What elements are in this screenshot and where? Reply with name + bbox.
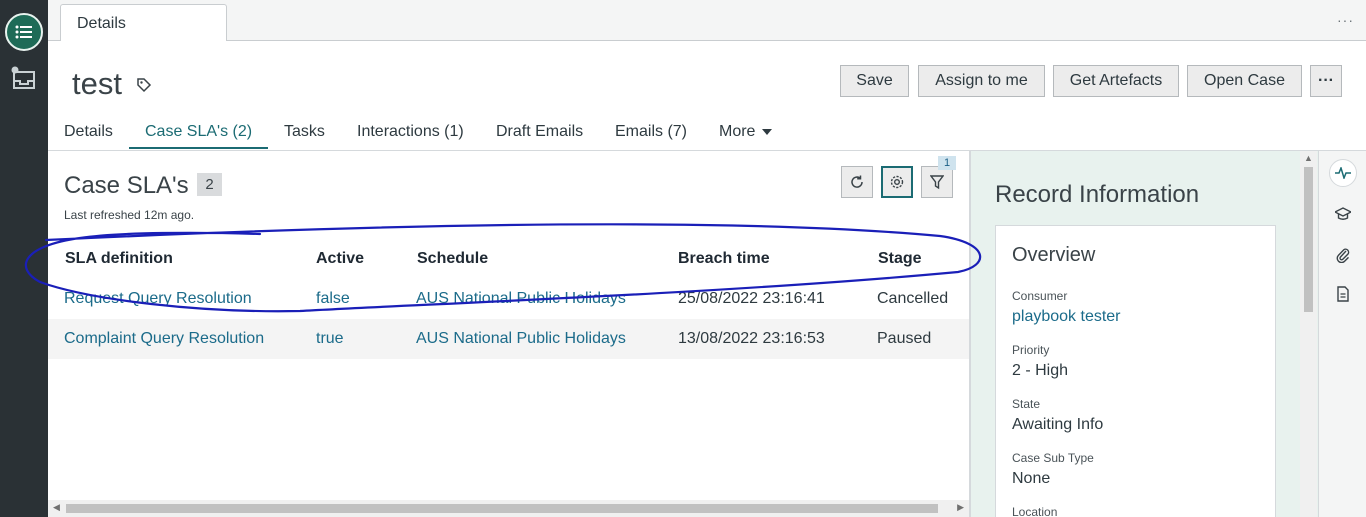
tag-icon[interactable] [136, 77, 152, 98]
breach-time-value: 13/08/2022 23:16:53 [678, 330, 825, 347]
table-row: Complaint Query Resolution true AUS Nati… [48, 319, 969, 359]
sla-count-badge: 2 [197, 173, 222, 196]
record-tabs: Details Case SLA's (2) Tasks Interaction… [48, 112, 1366, 151]
tab-draft-emails[interactable]: Draft Emails [496, 123, 583, 141]
column-header-stage[interactable]: Stage [878, 250, 922, 268]
tab-more[interactable]: More [719, 123, 772, 141]
caret-down-icon [761, 129, 772, 135]
tab-details-document[interactable]: Details [60, 4, 227, 41]
table-row: Request Query Resolution false AUS Natio… [48, 279, 969, 319]
schedule-link[interactable]: AUS National Public Holidays [416, 330, 626, 348]
sla-definition-link[interactable]: Complaint Query Resolution [64, 330, 264, 348]
schedule-link[interactable]: AUS National Public Holidays [416, 290, 626, 308]
tab-interactions[interactable]: Interactions (1) [357, 123, 464, 141]
column-header-active[interactable]: Active [316, 250, 364, 268]
save-button[interactable]: Save [840, 65, 909, 97]
priority-value: 2 - High [1012, 362, 1069, 379]
get-artefacts-button[interactable]: Get Artefacts [1053, 65, 1179, 97]
tab-case-slas[interactable]: Case SLA's (2) [145, 123, 252, 141]
vertical-scroll-thumb[interactable] [1304, 167, 1313, 312]
overview-card: Overview Consumer playbook tester Priori… [995, 225, 1276, 517]
stage-value: Paused [877, 330, 932, 347]
filter-icon [930, 175, 944, 190]
scroll-up-icon[interactable]: ▲ [1304, 153, 1313, 163]
active-value[interactable]: true [316, 330, 344, 348]
refresh-icon [851, 175, 863, 188]
record-information-panel: Record Information Overview Consumer pla… [971, 151, 1318, 517]
activity-icon[interactable] [1329, 159, 1357, 187]
active-tab-indicator [129, 147, 268, 149]
right-icon-rail [1318, 151, 1366, 517]
filter-count-badge: 1 [938, 156, 956, 170]
tab-emails[interactable]: Emails (7) [615, 123, 687, 141]
paperclip-icon[interactable] [1329, 241, 1357, 269]
case-sub-type-value: None [1012, 470, 1051, 487]
tab-more-label: More [719, 123, 756, 140]
vertical-scrollbar[interactable]: ▲ [1300, 151, 1317, 517]
sla-definition-link[interactable]: Request Query Resolution [64, 290, 252, 308]
horizontal-scrollbar[interactable]: ◀ ▶ [48, 500, 969, 517]
scroll-right-icon[interactable]: ▶ [957, 502, 964, 513]
scroll-left-icon[interactable]: ◀ [53, 502, 60, 513]
tab-tasks[interactable]: Tasks [284, 123, 325, 141]
page-title: test [72, 66, 122, 101]
column-header-sla-definition[interactable]: SLA definition [65, 250, 173, 268]
consumer-link[interactable]: playbook tester [1012, 308, 1121, 326]
tabbar-overflow-icon[interactable]: ··· [1337, 12, 1354, 28]
document-tab-bar: Details ··· [48, 0, 1366, 41]
refresh-button[interactable] [841, 166, 873, 198]
state-label: State [1012, 397, 1041, 411]
active-value[interactable]: false [316, 290, 350, 308]
section-title: Case SLA's [64, 172, 189, 199]
filter-button[interactable] [921, 166, 953, 198]
state-value: Awaiting Info [1012, 416, 1104, 433]
open-case-button[interactable]: Open Case [1187, 65, 1302, 97]
graduation-cap-icon[interactable] [1329, 200, 1357, 228]
document-icon[interactable] [1329, 280, 1357, 308]
settings-button[interactable] [881, 166, 913, 198]
record-information-title: Record Information [995, 181, 1200, 208]
inbox-icon[interactable] [10, 66, 36, 90]
more-actions-button[interactable]: ··· [1310, 65, 1342, 97]
left-nav-rail [0, 0, 48, 517]
column-header-schedule[interactable]: Schedule [417, 250, 488, 268]
list-icon[interactable] [5, 13, 43, 51]
gear-icon [890, 175, 904, 189]
priority-label: Priority [1012, 343, 1050, 357]
last-refreshed-text: Last refreshed 12m ago. [64, 208, 195, 222]
breach-time-value: 25/08/2022 23:16:41 [678, 290, 825, 307]
horizontal-scroll-thumb[interactable] [66, 504, 938, 513]
consumer-label: Consumer [1012, 289, 1068, 303]
location-label: Location [1012, 505, 1058, 517]
column-header-breach-time[interactable]: Breach time [678, 250, 770, 268]
overview-title: Overview [1012, 244, 1096, 266]
stage-value: Cancelled [877, 290, 949, 307]
assign-to-me-button[interactable]: Assign to me [918, 65, 1045, 97]
tab-details[interactable]: Details [64, 123, 113, 141]
case-sub-type-label: Case Sub Type [1012, 451, 1094, 465]
